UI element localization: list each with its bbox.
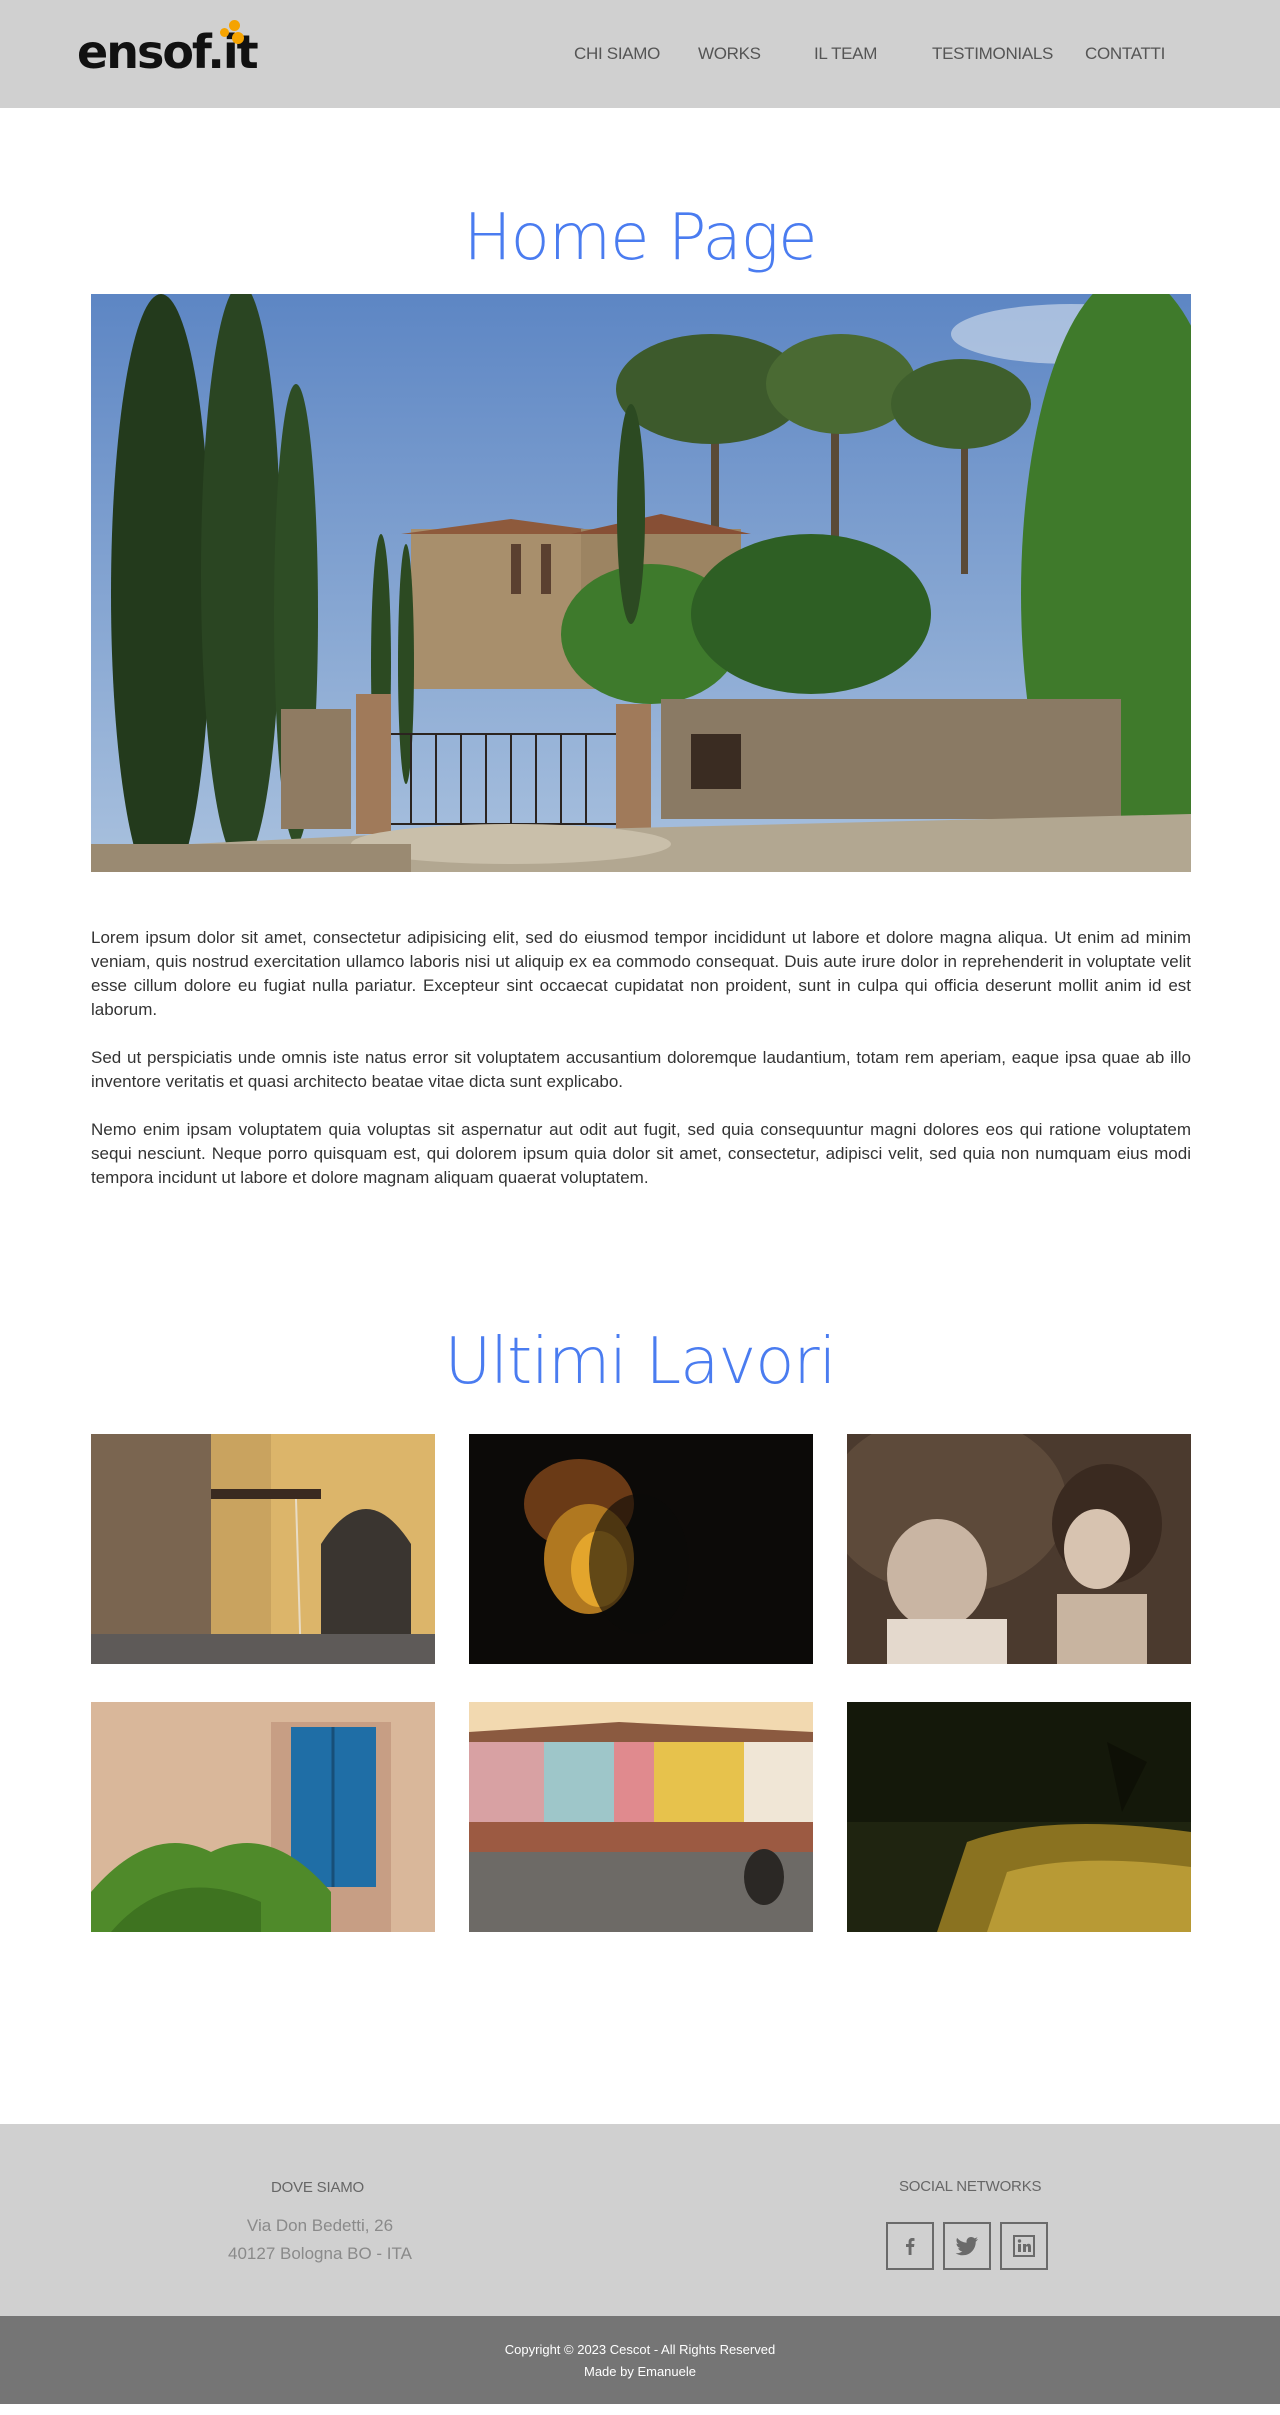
work-thumbnail-portrait-woman[interactable] <box>469 1434 813 1664</box>
twitter-icon <box>955 2237 978 2256</box>
facebook-button[interactable] <box>886 2222 934 2270</box>
nav-chi-siamo[interactable]: CHI SIAMO <box>574 44 660 64</box>
address: Via Don Bedetti, 26 40127 Bologna BO - I… <box>210 2212 430 2268</box>
nav-testimonials[interactable]: TESTIMONIALS <box>932 44 1053 64</box>
intro-paragraph-2: Sed ut perspiciatis unde omnis iste natu… <box>91 1048 1191 1091</box>
main-nav: CHI SIAMO WORKS IL TEAM TESTIMONIALS CON… <box>0 0 1280 108</box>
copyright-text: Copyright © 2023 Cescot - All Rights Res… <box>504 2342 776 2357</box>
work-thumbnail-couple[interactable] <box>847 1434 1191 1664</box>
linkedin-icon <box>1013 2235 1035 2257</box>
nav-works[interactable]: WORKS <box>698 44 761 64</box>
footer-copyright: Copyright © 2023 Cescot - All Rights Res… <box>0 2316 1280 2404</box>
made-by-text: Made by Emanuele <box>583 2364 696 2379</box>
footer-info: DOVE SIAMO Via Don Bedetti, 26 40127 Bol… <box>0 2124 1280 2316</box>
intro-paragraph-1: Lorem ipsum dolor sit amet, consectetur … <box>91 928 1191 1019</box>
works-title: Ultimi Lavori <box>444 1325 837 1399</box>
dove-siamo-title: DOVE SIAMO <box>271 2179 365 2196</box>
work-thumbnail-blue-shutter[interactable] <box>91 1702 435 1932</box>
villa-photo <box>91 294 1191 872</box>
intro-paragraph-3: Nemo enim ipsam voluptatem quia voluptas… <box>91 1120 1191 1187</box>
linkedin-button[interactable] <box>1000 2222 1048 2270</box>
site-header: ensof.it CHI SIAMO WORKS IL TEAM TESTIMO… <box>0 0 1280 108</box>
intro-text: Lorem ipsum dolor sit amet, consectetur … <box>91 926 1191 1190</box>
hero-image <box>91 294 1191 872</box>
home-page-title: Home Page <box>463 201 817 275</box>
facebook-icon <box>906 2238 915 2255</box>
works-gallery <box>91 1434 1192 1932</box>
work-thumbnail-fountain[interactable] <box>91 1434 435 1664</box>
nav-il-team[interactable]: IL TEAM <box>814 44 877 64</box>
work-thumbnail-water-reflection[interactable] <box>847 1702 1191 1932</box>
social-links <box>886 2222 1048 2270</box>
address-line-1: Via Don Bedetti, 26 <box>246 2216 394 2235</box>
twitter-button[interactable] <box>943 2222 991 2270</box>
address-line-2: 40127 Bologna BO - ITA <box>228 2244 412 2263</box>
work-thumbnail-canal-houses[interactable] <box>469 1702 813 1932</box>
social-networks-title: SOCIAL NETWORKS <box>899 2178 1042 2195</box>
nav-contatti[interactable]: CONTATTI <box>1085 44 1165 64</box>
